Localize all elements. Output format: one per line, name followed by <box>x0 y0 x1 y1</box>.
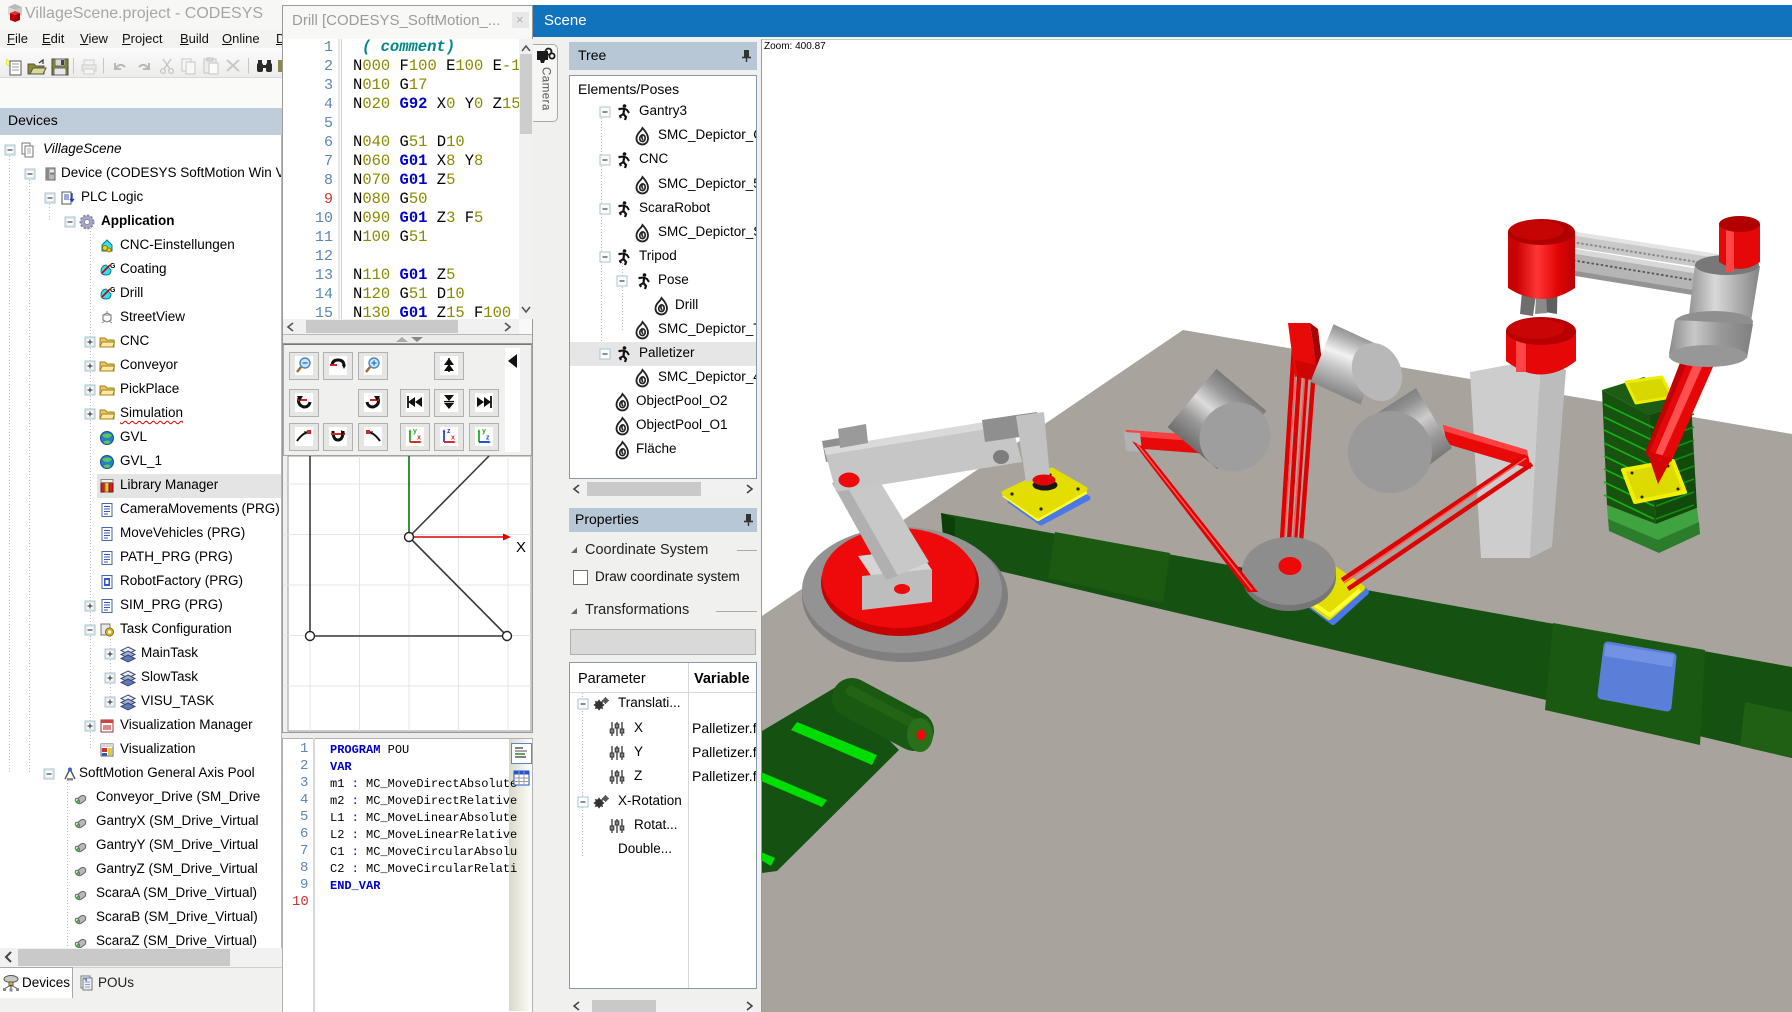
svg-text:z: z <box>486 435 490 442</box>
svg-text:x: x <box>451 435 455 442</box>
svg-text:G: G <box>110 263 116 270</box>
svg-text:x: x <box>417 435 421 442</box>
svg-text:G: G <box>110 287 116 294</box>
svg-text:X: X <box>516 539 526 556</box>
